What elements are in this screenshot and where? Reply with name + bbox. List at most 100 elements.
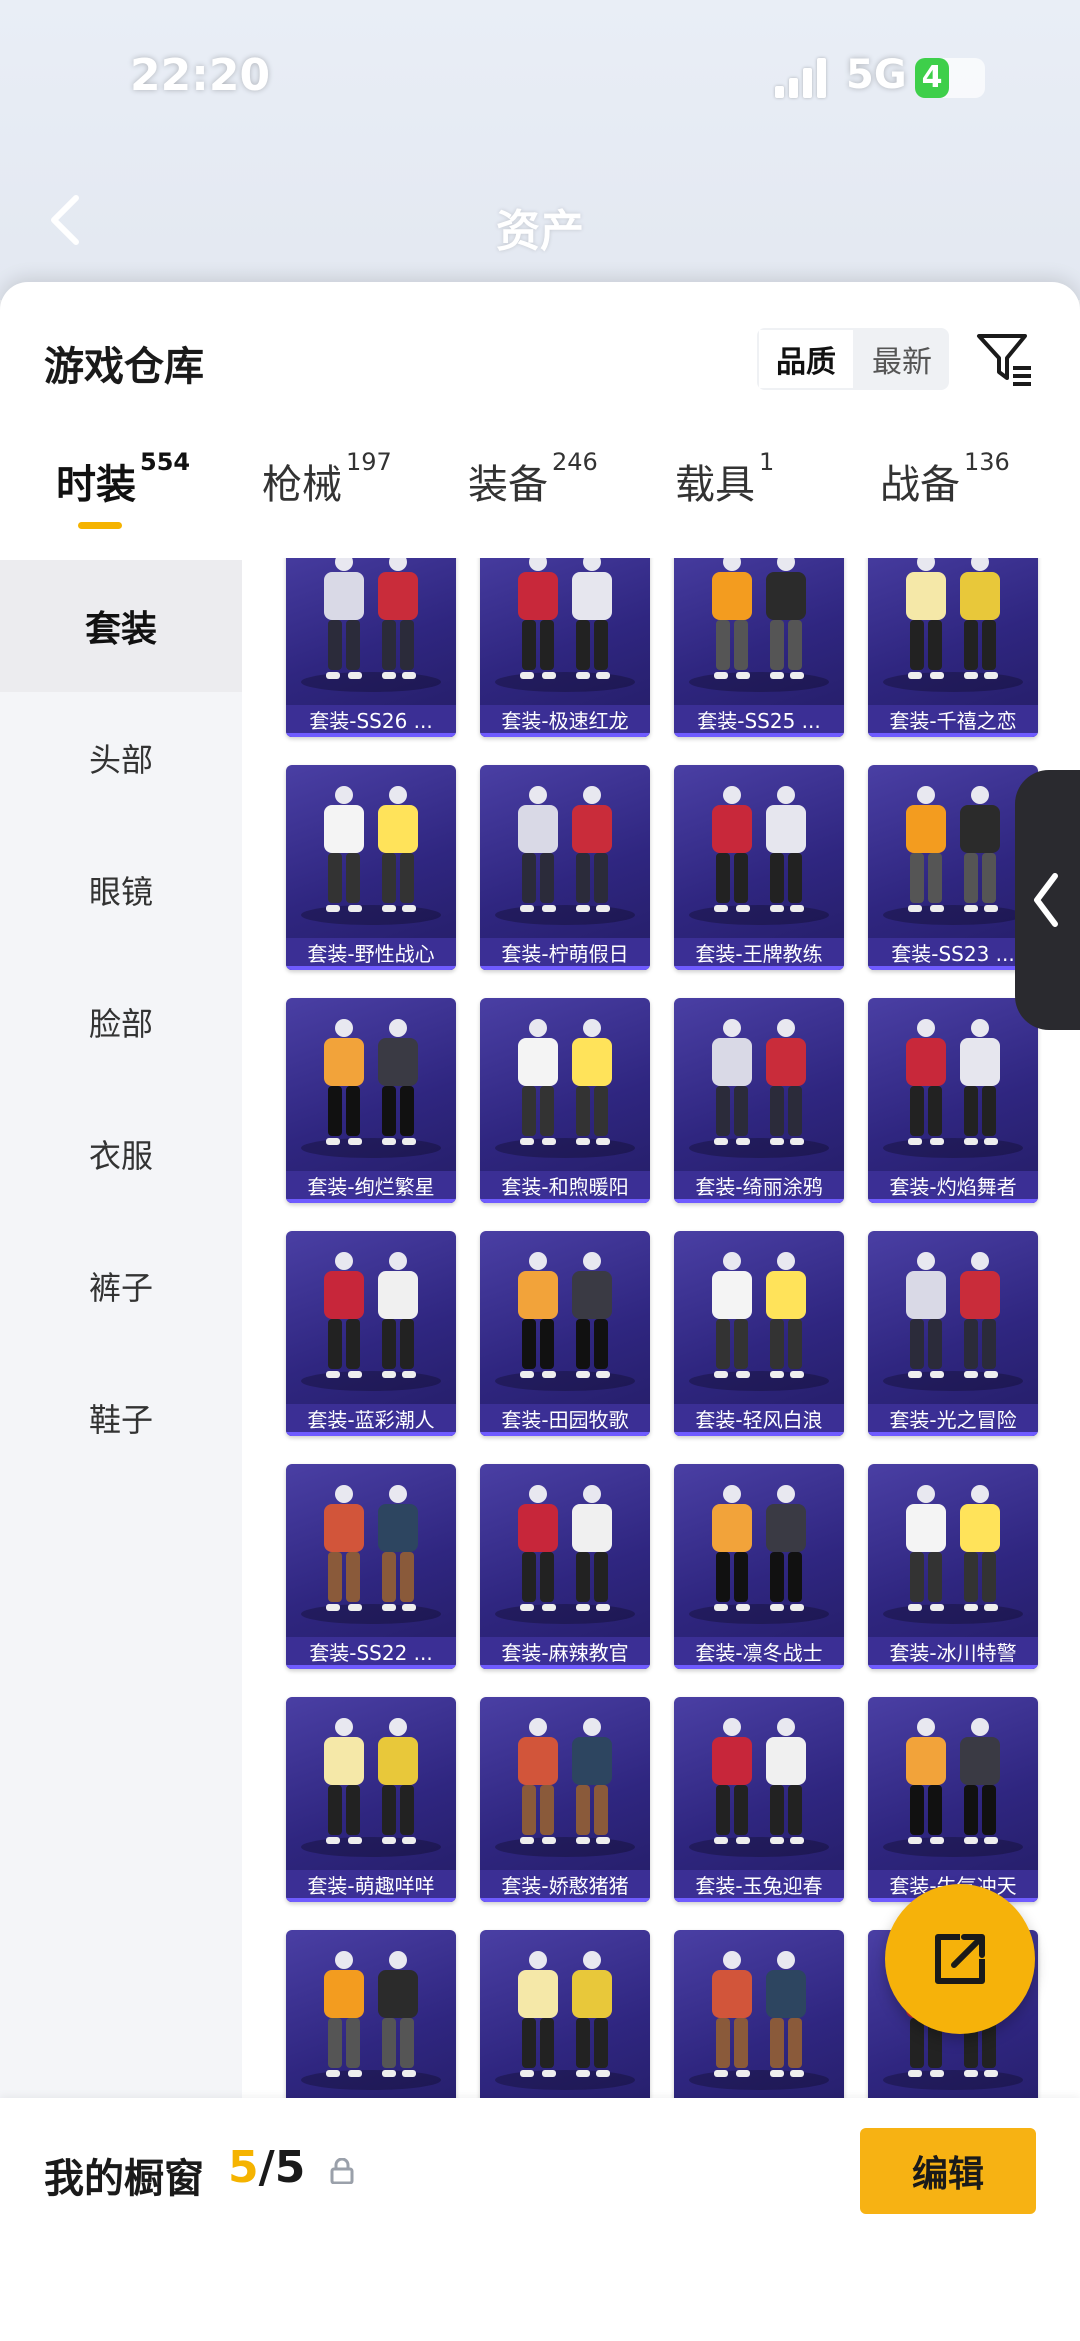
card-accent-bar [286, 1199, 456, 1203]
item-card[interactable]: 套装-绮丽涂鸦 [674, 998, 844, 1203]
item-card[interactable]: 套装-和煦暖阳 [480, 998, 650, 1203]
item-card[interactable]: 套装-极速红龙 [480, 558, 650, 737]
card-accent-bar [868, 733, 1038, 737]
item-card[interactable]: 套装-SS25 ... [674, 558, 844, 737]
sidebar-item-glasses[interactable]: 眼镜 [0, 824, 242, 956]
sort-newest-button[interactable]: 最新 [855, 328, 949, 390]
tab-count: 246 [552, 448, 598, 476]
signal-icon [775, 58, 831, 98]
item-card[interactable]: 套装-田园牧歌 [480, 1231, 650, 1436]
showcase-current: 5 [228, 2142, 259, 2193]
item-card[interactable]: 套装-萌趣咩咩 [286, 1697, 456, 1902]
tab-indicator [78, 522, 122, 529]
outfit-image [301, 1718, 441, 1857]
card-accent-bar [286, 1432, 456, 1436]
sidebar-item-head[interactable]: 头部 [0, 692, 242, 824]
page-title: 资产 [496, 206, 584, 257]
tab-label: 载具 [675, 462, 755, 508]
item-card[interactable]: 套装-冰川特警 [868, 1464, 1038, 1669]
card-accent-bar [286, 733, 456, 737]
card-accent-bar [868, 966, 1038, 970]
card-accent-bar [674, 733, 844, 737]
card-accent-bar [674, 1432, 844, 1436]
outfit-image [689, 786, 829, 925]
tab-guns[interactable]: 枪械 197 [262, 448, 392, 510]
outfit-image [883, 1252, 1023, 1391]
outfit-image [883, 786, 1023, 925]
sidebar-item-face[interactable]: 脸部 [0, 956, 242, 1088]
sort-toggle: 品质 最新 [757, 328, 949, 390]
item-card[interactable]: 套装-野性战心 [286, 765, 456, 970]
sidebar-item-clothes[interactable]: 衣服 [0, 1088, 242, 1220]
item-card[interactable]: 套装-王牌教练 [674, 765, 844, 970]
item-card[interactable]: 套装-蓝彩潮人 [286, 1231, 456, 1436]
card-accent-bar [674, 1665, 844, 1669]
tab-count: 1 [759, 448, 775, 476]
card-accent-bar [674, 966, 844, 970]
item-card[interactable]: 套装-灼焰舞者 [868, 998, 1038, 1203]
showcase-separator: / [258, 2142, 275, 2193]
edit-button[interactable]: 编辑 [860, 2128, 1036, 2214]
tab-count: 554 [140, 448, 191, 476]
network-label: 5G [846, 52, 907, 98]
tab-label: 战备 [880, 462, 960, 508]
card-accent-bar [480, 1665, 650, 1669]
tab-equipment[interactable]: 装备 246 [468, 448, 598, 510]
outfit-image [883, 1485, 1023, 1624]
item-card[interactable]: 套装-幻世战... [480, 1930, 650, 2098]
outfit-image [689, 1252, 829, 1391]
filter-button[interactable] [975, 330, 1033, 388]
item-card[interactable]: 套装-轻风白浪 [674, 1231, 844, 1436]
item-card[interactable]: 套装-千禧之恋 [868, 558, 1038, 737]
outfit-image [883, 558, 1023, 692]
card-accent-bar [674, 1898, 844, 1902]
lock-icon [330, 2158, 354, 2184]
side-drawer-handle[interactable] [1015, 770, 1080, 1030]
tab-count: 197 [346, 448, 392, 476]
item-card[interactable]: 套装-麻辣教官 [480, 1464, 650, 1669]
item-card[interactable]: 套装-SS21 ... [286, 1930, 456, 2098]
card-accent-bar [286, 966, 456, 970]
tab-vehicles[interactable]: 载具 1 [675, 448, 774, 510]
item-card[interactable]: 套装-柠萌假日 [480, 765, 650, 970]
outfit-image [301, 558, 441, 692]
outfit-image [883, 1718, 1023, 1857]
showcase-bar: 我的橱窗 5/5 编辑 [0, 2098, 1080, 2341]
card-accent-bar [868, 1665, 1038, 1669]
tab-label: 枪械 [262, 462, 342, 508]
share-icon [935, 1934, 985, 1984]
outfit-image [301, 1252, 441, 1391]
outfit-image [689, 1019, 829, 1158]
filter-icon [977, 334, 1031, 386]
item-card[interactable]: 套装-SS23 ... [868, 765, 1038, 970]
item-card[interactable]: 套装-SS26 ... [286, 558, 456, 737]
item-card[interactable]: 套装-娇憨猪猪 [480, 1697, 650, 1902]
outfit-image [495, 786, 635, 925]
card-accent-bar [674, 1199, 844, 1203]
sidebar-item-suit[interactable]: 套装 [0, 560, 242, 692]
item-card[interactable]: 套装-SS22 ... [286, 1464, 456, 1669]
tab-fashion[interactable]: 时装 554 [56, 448, 190, 510]
category-tabs: 时装 554 枪械 197 装备 246 载具 1 战备 136 [0, 422, 1080, 542]
item-card[interactable]: 套装-绚烂繁星 [286, 998, 456, 1203]
sidebar-item-pants[interactable]: 裤子 [0, 1220, 242, 1352]
showcase-count: 5/5 [228, 2142, 305, 2193]
outfit-image [495, 1019, 635, 1158]
item-card[interactable]: 套装-玉兔迎春 [674, 1697, 844, 1902]
item-card[interactable]: 套装-牛气冲天 [868, 1697, 1038, 1902]
sheet-title: 游戏仓库 [44, 344, 204, 390]
tab-label: 时装 [56, 462, 136, 508]
tab-supplies[interactable]: 战备 136 [880, 448, 1010, 510]
card-accent-bar [868, 1199, 1038, 1203]
card-accent-bar [286, 1898, 456, 1902]
item-card[interactable]: 套装-滨海假日 [674, 1930, 844, 2098]
share-button[interactable] [885, 1884, 1035, 2034]
item-card[interactable]: 套装-光之冒险 [868, 1231, 1038, 1436]
item-grid: 套装-SS26 ... 套装-极速红龙 套装-SS25 ... 套装-千禧之恋套装-野… [242, 558, 1080, 2098]
tab-count: 136 [964, 448, 1010, 476]
sidebar-item-shoes[interactable]: 鞋子 [0, 1352, 242, 1484]
status-bar: 22:20 5G 4 [0, 0, 1080, 140]
card-accent-bar [480, 733, 650, 737]
sort-quality-button[interactable]: 品质 [757, 328, 855, 390]
item-card[interactable]: 套装-凛冬战士 [674, 1464, 844, 1669]
